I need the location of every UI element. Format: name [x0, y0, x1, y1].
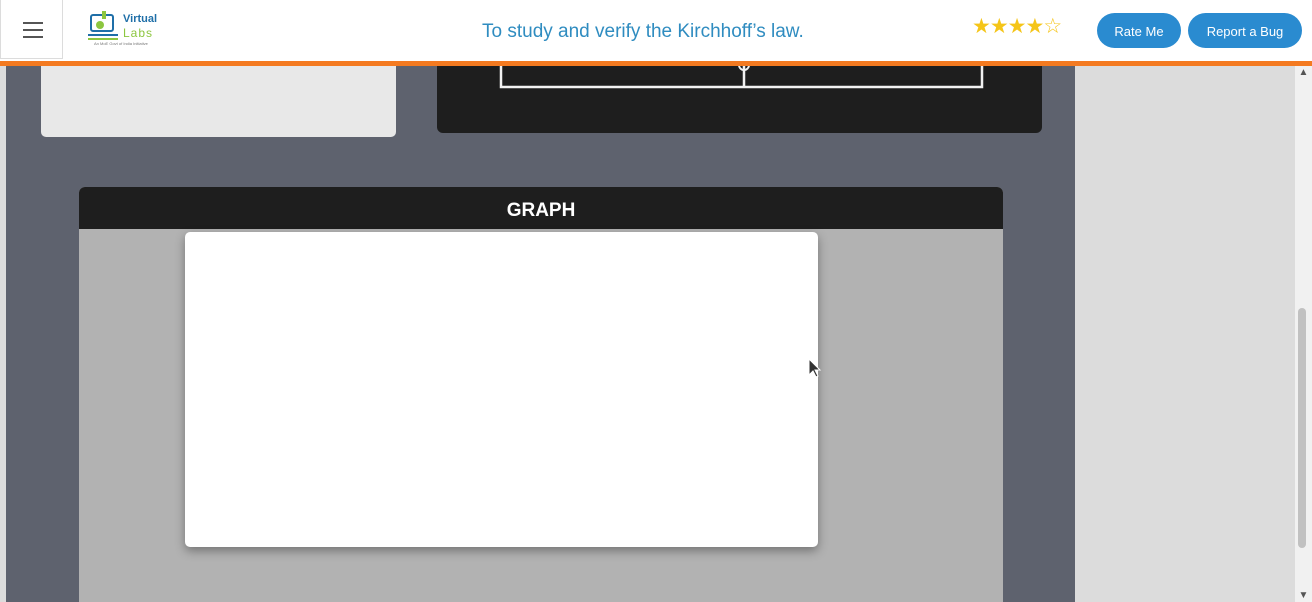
hamburger-menu-icon — [23, 22, 43, 24]
circuit-panel — [437, 66, 1042, 133]
graph-section: GRAPH — [79, 187, 1003, 602]
mouse-pointer-icon — [808, 358, 822, 378]
logo-text-labs: Labs — [123, 26, 154, 40]
chevron-down-icon[interactable]: ▼ — [1297, 589, 1310, 602]
report-bug-button[interactable]: Report a Bug — [1188, 13, 1302, 48]
graph-canvas[interactable] — [185, 232, 818, 547]
hamburger-line — [23, 36, 43, 38]
star-icon[interactable]: ★ — [972, 15, 991, 38]
control-panel — [41, 66, 396, 137]
vertical-scrollbar[interactable]: ▲ ▼ — [1295, 66, 1312, 602]
scroll-thumb[interactable] — [1298, 308, 1306, 548]
page-title: To study and verify the Kirchhoff’s law. — [482, 21, 804, 42]
star-icon[interactable]: ★ — [990, 15, 1009, 38]
virtual-labs-logo[interactable]: Virtual Labs An MoE Govt of India Initia… — [88, 9, 168, 51]
circuit-diagram — [499, 66, 984, 89]
graph-heading: GRAPH — [79, 187, 1003, 229]
rate-me-button[interactable]: Rate Me — [1097, 13, 1181, 48]
star-icon[interactable]: ★ — [1008, 15, 1027, 38]
logo-text-virtual: Virtual — [123, 13, 158, 25]
rating-stars[interactable]: ★★★★☆ — [972, 14, 1062, 39]
menu-button[interactable] — [0, 0, 63, 59]
logo-tagline: An MoE Govt of India Initiative — [94, 41, 148, 46]
top-header: Virtual Labs An MoE Govt of India Initia… — [0, 0, 1312, 66]
hamburger-line — [23, 29, 43, 31]
chevron-up-icon[interactable]: ▲ — [1297, 66, 1310, 79]
star-icon[interactable]: ★ — [1025, 15, 1044, 38]
star-empty-icon[interactable]: ☆ — [1043, 15, 1062, 38]
flask-monitor-icon — [88, 11, 118, 40]
